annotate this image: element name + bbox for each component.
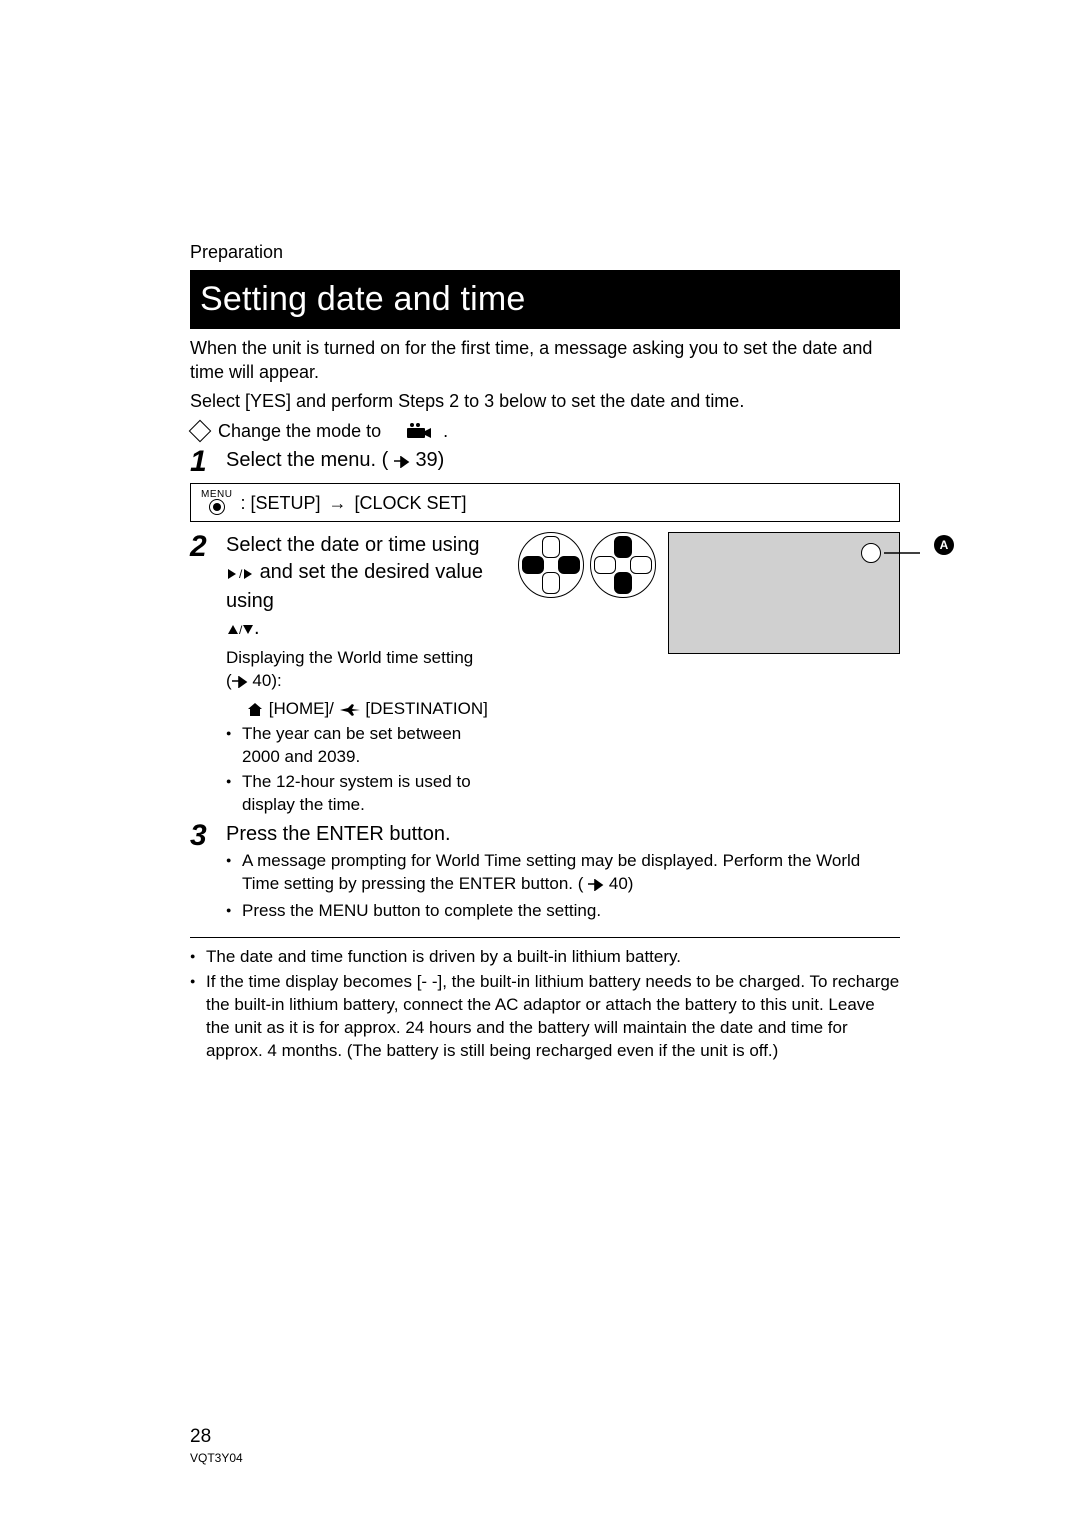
menu-path-box: MENU : [SETUP] → [CLOCK SET] [190, 483, 900, 522]
step1-text-a: Select the menu. ( [226, 449, 388, 471]
intro-line-1: When the unit is turned on for the first… [190, 336, 900, 385]
bullet-12h: The 12-hour system is used to display th… [226, 771, 498, 817]
step-number: 3 [190, 821, 212, 923]
step2-line-c: . [254, 617, 260, 639]
svg-text:/: / [239, 623, 243, 636]
step3-bullets: A message prompting for World Time setti… [226, 850, 900, 923]
step-body: Select the menu. ( 39) [226, 447, 900, 477]
svg-text:/: / [239, 568, 243, 580]
page-footer: 28 VQT3Y04 [190, 1424, 243, 1466]
b1-b: 40) [609, 874, 634, 893]
bullet-press-menu: Press the MENU button to complete the se… [226, 900, 900, 923]
divider [190, 937, 900, 938]
bullet-year-range: The year can be set between 2000 and 203… [226, 723, 498, 769]
bullet-world-time: A message prompting for World Time setti… [226, 850, 900, 898]
step2-line-a: Select the date or time using [226, 534, 479, 556]
step1-ref: 39) [415, 449, 444, 471]
note-recharge: If the time display becomes [- -], the b… [190, 971, 900, 1063]
menu-word: MENU [201, 490, 232, 499]
mode-row: Change the mode to . [190, 419, 900, 443]
home-label: [HOME]/ [269, 699, 334, 718]
lcd-screen-icon [668, 532, 900, 654]
arrow-right-icon [588, 875, 604, 898]
step-body: Select the date or time using / and set … [226, 532, 900, 817]
step2-bullets: The year can be set between 2000 and 203… [226, 723, 498, 817]
step2-line-b: and set the desired value using [226, 561, 483, 612]
page: Preparation Setting date and time When t… [0, 0, 1080, 1526]
airplane-icon [339, 699, 366, 718]
home-dest-row: [HOME]/ [DESTINATION] [246, 698, 498, 721]
step-2: 2 Select the date or time using / and s [190, 532, 900, 817]
home-icon [246, 699, 269, 718]
step-body: Press the ENTER button. A message prompt… [226, 821, 900, 923]
illustration: A [518, 532, 900, 654]
arrow-right-icon [394, 449, 410, 476]
page-number: 28 [190, 1424, 243, 1450]
arrow-right-icon [232, 672, 248, 695]
intro-line-2: Select [YES] and perform Steps 2 to 3 be… [190, 389, 900, 413]
menu-arrow: → [328, 491, 346, 515]
left-right-arrow-icon: / [226, 561, 254, 588]
dpad-left-right-icon [518, 532, 584, 598]
destination-label: [DESTINATION] [365, 699, 487, 718]
page-title: Setting date and time [190, 270, 900, 329]
callout-label-a: A [934, 535, 954, 555]
up-down-arrow-icon: / [226, 617, 254, 644]
callout-line-icon [884, 544, 934, 564]
menu-setup: : [SETUP] [240, 491, 320, 515]
b1-a: A message prompting for World Time setti… [242, 851, 860, 893]
mode-suffix: . [443, 419, 448, 443]
intro-block: When the unit is turned on for the first… [190, 336, 900, 413]
menu-clock-set: [CLOCK SET] [354, 491, 466, 515]
notes: The date and time function is driven by … [190, 946, 900, 1063]
step3-text: Press the ENTER button. [226, 821, 900, 848]
doc-code: VQT3Y04 [190, 1450, 243, 1466]
sub1-b: 40): [252, 671, 281, 690]
step-3: 3 Press the ENTER button. A message prom… [190, 821, 900, 923]
dpad-up-down-icon [590, 532, 656, 598]
mode-text: Change the mode to [218, 419, 381, 443]
step-number: 2 [190, 532, 212, 817]
callout-marker [861, 543, 881, 563]
menu-button-icon: MENU [201, 490, 232, 515]
diamond-icon [189, 420, 212, 443]
record-mode-icon [405, 419, 433, 443]
note-battery-driven: The date and time function is driven by … [190, 946, 900, 969]
step-number: 1 [190, 447, 212, 477]
step-1: 1 Select the menu. ( 39) [190, 447, 900, 477]
section-label: Preparation [190, 240, 900, 266]
sub1-a: Displaying the World time setting [226, 648, 473, 667]
world-time-sub: Displaying the World time setting ( 40): [226, 647, 498, 695]
